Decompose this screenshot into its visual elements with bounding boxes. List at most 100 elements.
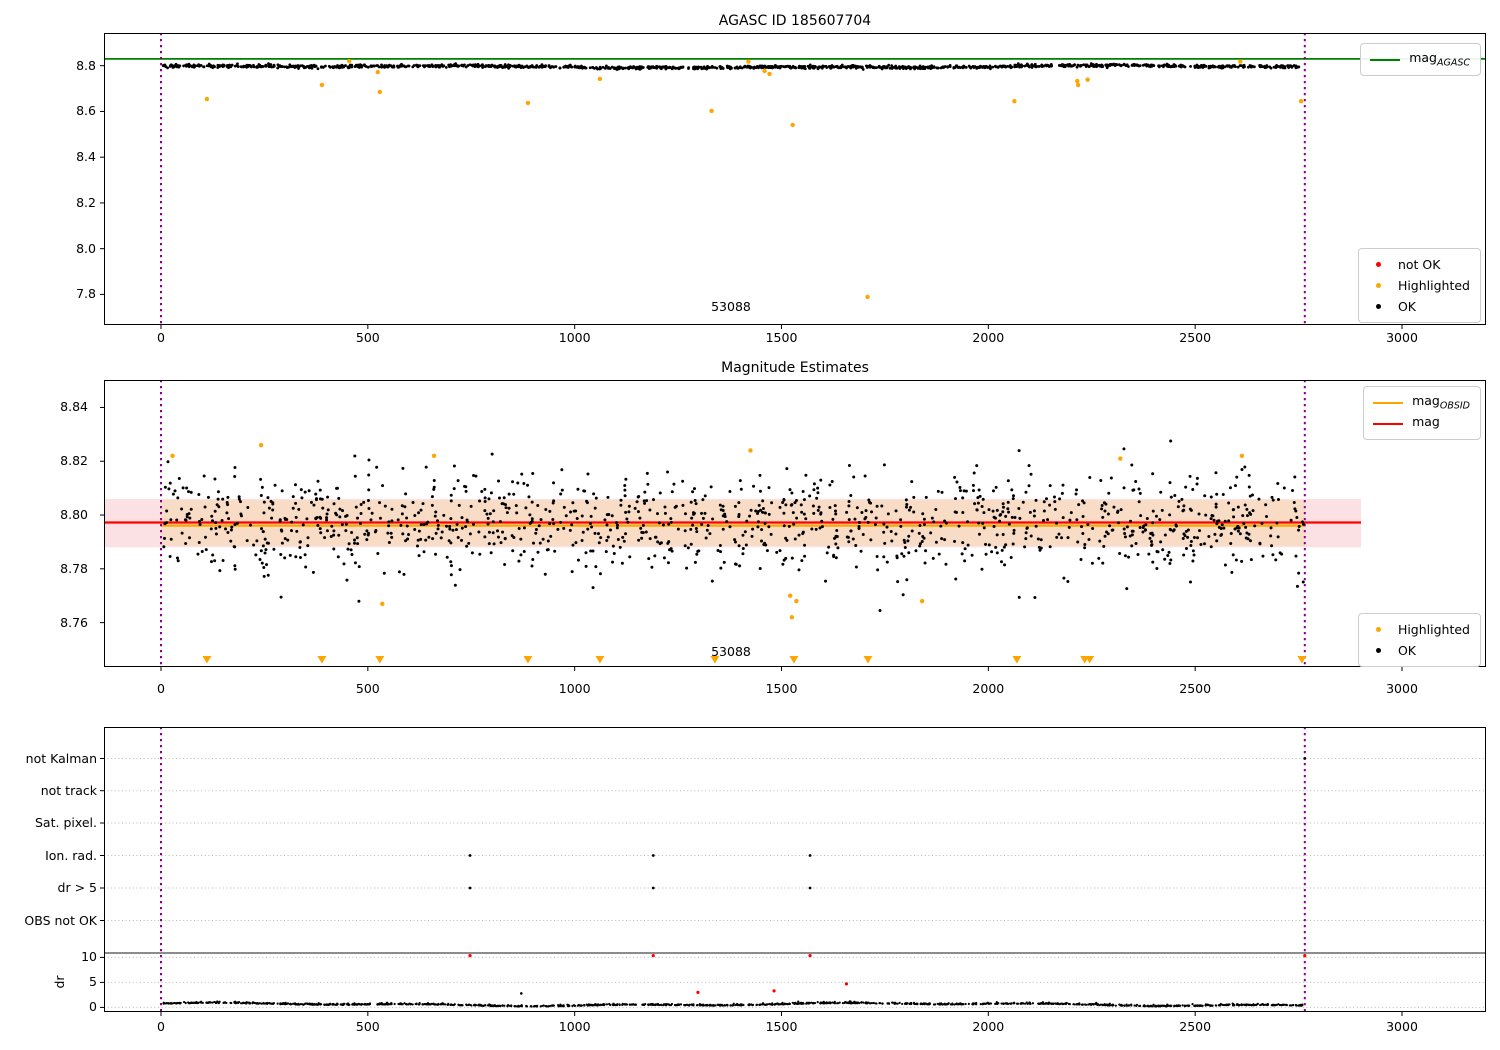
ok-point bbox=[449, 560, 453, 564]
ok-point bbox=[1189, 544, 1193, 548]
ok-point bbox=[1011, 494, 1015, 498]
ok-point bbox=[430, 495, 434, 499]
legend-item-mag: mag bbox=[1373, 413, 1470, 434]
ok-point bbox=[994, 545, 998, 549]
ok-point bbox=[1270, 544, 1274, 548]
ok-point bbox=[692, 512, 696, 516]
ok-point bbox=[991, 489, 995, 493]
ok-point bbox=[598, 572, 602, 576]
ok-point bbox=[605, 538, 609, 542]
ok-point bbox=[1123, 1004, 1126, 1007]
highlighted-point bbox=[767, 71, 772, 77]
ok-marker-swatch bbox=[1375, 648, 1381, 653]
ok-point bbox=[337, 533, 341, 537]
ok-point bbox=[954, 1002, 958, 1006]
ok-point bbox=[751, 527, 755, 531]
ok-point bbox=[922, 522, 926, 526]
ok-point bbox=[1170, 65, 1174, 69]
ok-point bbox=[994, 516, 998, 520]
ok-point bbox=[546, 539, 550, 543]
ok-point bbox=[1107, 63, 1110, 67]
ok-point bbox=[514, 504, 518, 508]
ok-point bbox=[934, 508, 938, 512]
ok-point bbox=[428, 65, 432, 69]
ok-point bbox=[894, 65, 897, 69]
mag-obsid-line-swatch bbox=[1373, 401, 1404, 404]
ok-point bbox=[708, 1003, 711, 1007]
ok-point bbox=[392, 65, 396, 69]
ok-point bbox=[206, 495, 210, 499]
ok-point bbox=[728, 490, 732, 494]
ok-point bbox=[904, 65, 907, 69]
ok-point bbox=[1249, 1003, 1252, 1007]
x-tick-label: 1000 bbox=[558, 681, 591, 696]
ok-point bbox=[524, 506, 528, 510]
ok-point bbox=[760, 539, 764, 543]
ok-point bbox=[1033, 596, 1037, 600]
ok-point bbox=[507, 492, 511, 496]
ok-point bbox=[248, 63, 252, 67]
ok-point bbox=[1066, 536, 1070, 540]
ok-point bbox=[264, 548, 268, 552]
ok-point bbox=[163, 1002, 166, 1005]
ok-point bbox=[350, 63, 354, 67]
ok-point bbox=[961, 511, 965, 515]
ok-point bbox=[216, 66, 220, 69]
ok-point bbox=[964, 65, 968, 69]
ok-point bbox=[260, 561, 264, 565]
not-ok-point bbox=[772, 989, 776, 993]
ok-point bbox=[705, 528, 709, 532]
highlighted-point bbox=[1298, 98, 1304, 104]
ok-point bbox=[483, 509, 487, 513]
ok-point bbox=[1169, 439, 1173, 443]
ok-point bbox=[1204, 1004, 1207, 1007]
ok-point bbox=[981, 497, 985, 501]
ok-point bbox=[878, 609, 882, 613]
ok-point bbox=[1023, 64, 1027, 68]
ok-point bbox=[401, 532, 405, 536]
ok-point bbox=[1108, 1004, 1111, 1007]
ok-point bbox=[683, 512, 687, 516]
ok-point bbox=[280, 1002, 283, 1006]
ok-point bbox=[1083, 1003, 1087, 1006]
ok-point bbox=[527, 495, 531, 499]
ok-point bbox=[486, 64, 490, 68]
ok-point bbox=[896, 1002, 899, 1005]
ok-point bbox=[689, 527, 693, 531]
ok-point bbox=[519, 553, 523, 557]
ok-point bbox=[964, 1002, 967, 1006]
ok-point bbox=[709, 485, 713, 489]
legend-mid-markers: Highlighted OK bbox=[1357, 613, 1481, 667]
ok-point bbox=[703, 66, 707, 70]
ok-point bbox=[425, 522, 429, 526]
ok-point bbox=[418, 1003, 421, 1006]
ok-point bbox=[487, 542, 491, 546]
ok-point bbox=[828, 505, 832, 509]
ok-point bbox=[187, 65, 191, 69]
ok-point bbox=[1017, 506, 1021, 510]
ok-point bbox=[1182, 532, 1186, 536]
ok-point bbox=[1182, 504, 1186, 508]
ok-point bbox=[239, 1002, 243, 1005]
ok-point bbox=[1062, 63, 1065, 67]
ok-point bbox=[1003, 563, 1007, 567]
ok-point bbox=[483, 499, 487, 503]
ok-point bbox=[455, 522, 459, 526]
ok-point bbox=[754, 66, 758, 70]
ok-point bbox=[396, 518, 400, 522]
ok-point bbox=[570, 570, 574, 574]
ok-point bbox=[605, 1003, 609, 1006]
ok-point bbox=[1269, 534, 1273, 538]
ok-point bbox=[857, 521, 861, 525]
ok-point bbox=[338, 515, 342, 519]
clipped-marker-triangle bbox=[863, 656, 873, 664]
ok-point bbox=[436, 523, 440, 527]
ok-point bbox=[407, 532, 411, 536]
ok-point bbox=[1235, 1003, 1239, 1007]
ok-point bbox=[741, 533, 745, 537]
ok-point bbox=[748, 514, 752, 518]
ok-point bbox=[1192, 553, 1196, 557]
ok-point bbox=[276, 63, 280, 67]
ok-point bbox=[1235, 526, 1239, 530]
ok-point bbox=[991, 509, 995, 513]
